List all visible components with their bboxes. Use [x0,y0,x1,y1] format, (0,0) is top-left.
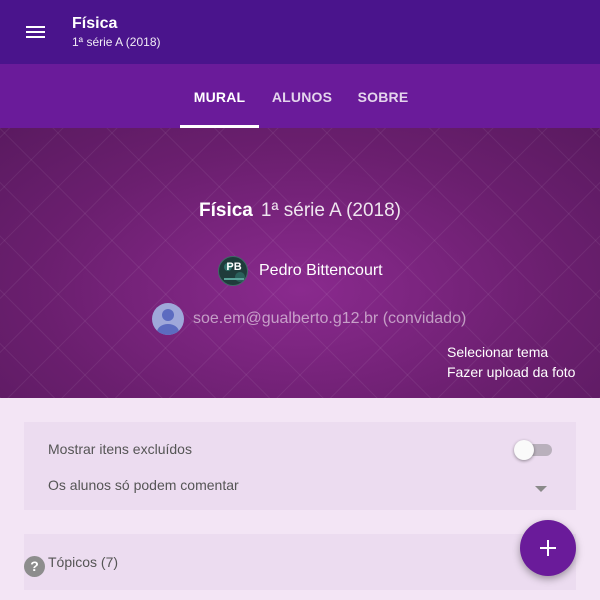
tab-mural[interactable]: MURAL [180,64,259,128]
select-theme-link[interactable]: Selecionar tema [447,344,548,360]
show-deleted-toggle[interactable] [514,439,552,460]
page-subtitle: 1ª série A (2018) [72,35,161,49]
upload-photo-link[interactable]: Fazer upload da foto [447,364,575,380]
add-button[interactable] [520,520,576,576]
teacher-avatar: PB [218,256,248,286]
tab-bar: MURAL ALUNOS SOBRE [0,64,600,128]
banner-title: Física 1ª série A (2018) [0,200,600,222]
banner-course-name: Física [199,200,253,221]
banner-section: 1ª série A (2018) [260,200,401,221]
tab-sobre[interactable]: SOBRE [344,64,422,128]
settings-card: Mostrar itens excluídos Os alunos só pod… [24,422,576,510]
menu-icon[interactable] [18,20,54,44]
title-block: Física 1ª série A (2018) [72,14,161,50]
person-icon [152,303,184,335]
teacher-name: Pedro Bittencourt [259,262,383,279]
plus-icon [540,540,556,556]
teacher-initials: PB [226,261,242,273]
class-banner: Física 1ª série A (2018) PB Pedro Bittenc… [0,128,600,398]
topics-card[interactable]: Tópicos (7) [24,534,576,590]
toggle-thumb [514,440,534,460]
topics-label: Tópicos (7) [48,554,119,570]
page-title: Física [72,15,118,32]
comment-permission-select[interactable]: Os alunos só podem comentar [48,477,239,493]
dropdown-arrow-icon[interactable] [534,480,548,492]
app-bar: Física 1ª série A (2018) [0,0,600,64]
show-deleted-label: Mostrar itens excluídos [48,441,192,457]
help-icon[interactable]: ? [24,556,45,577]
tab-alunos[interactable]: ALUNOS [262,64,342,128]
guest-email: soe.em@gualberto.g12.br (convidado) [193,310,467,327]
